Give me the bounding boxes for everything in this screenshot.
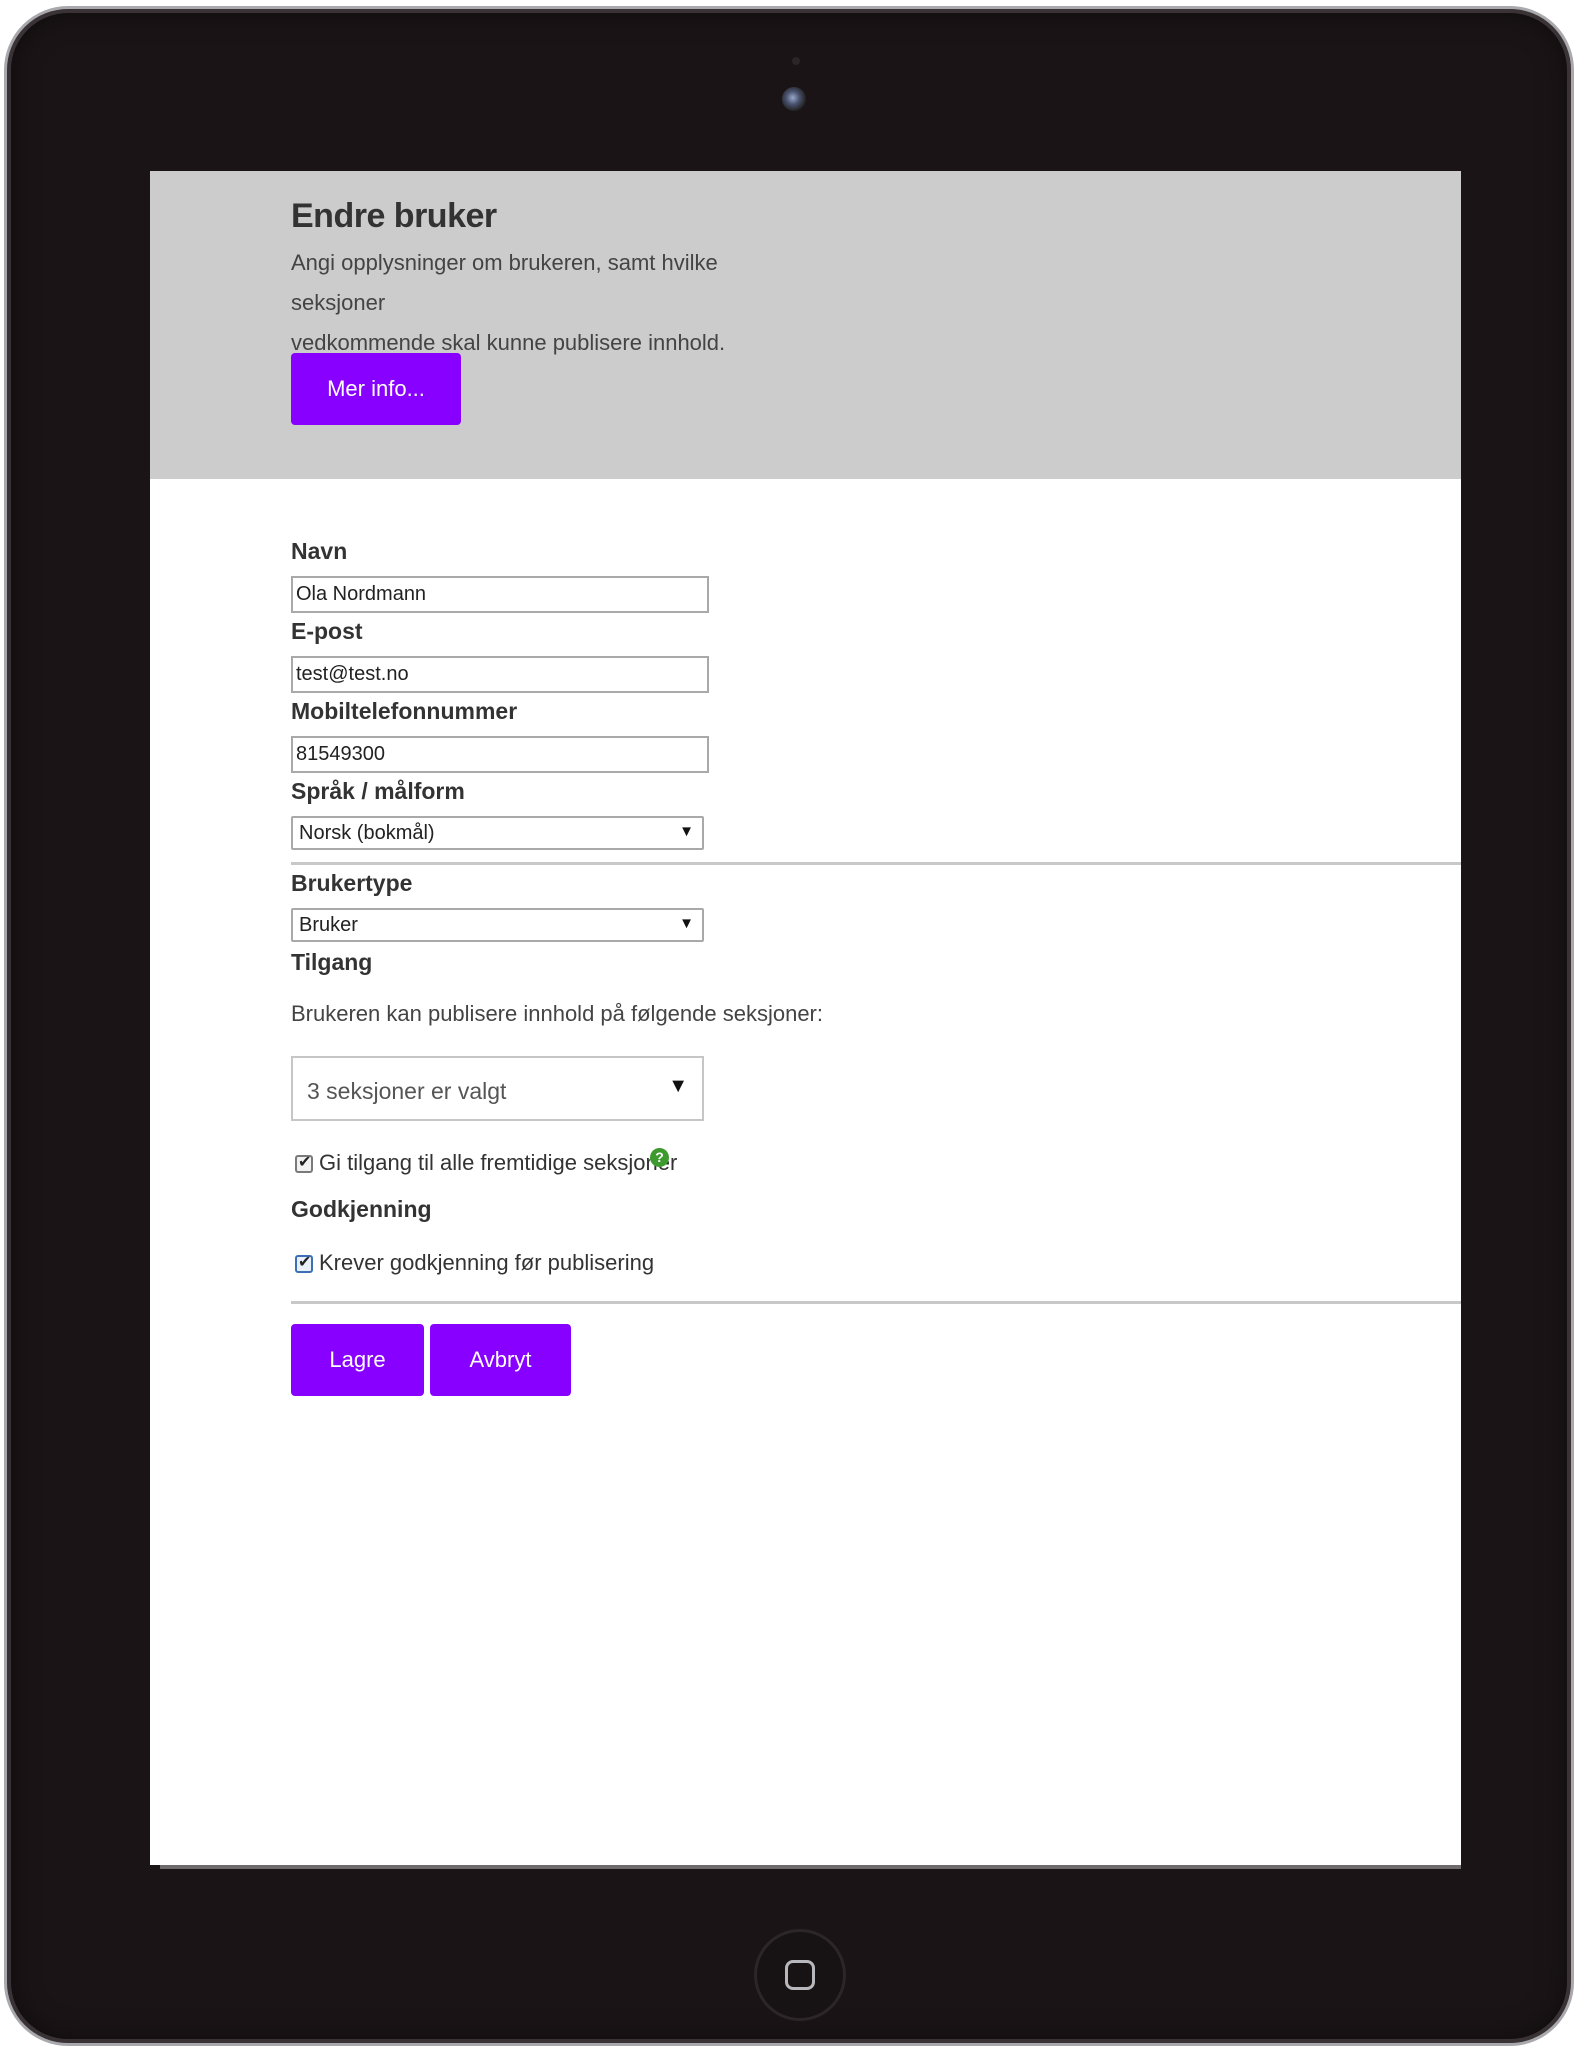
sensor-dot: [792, 57, 800, 65]
mobile-field[interactable]: [291, 736, 709, 773]
sections-multiselect[interactable]: 3 seksjoner er valgt ▼: [291, 1056, 704, 1121]
section-divider: [291, 1301, 1461, 1304]
approval-label: Godkjenning: [291, 1196, 432, 1222]
access-help-text: Brukeren kan publisere innhold på følgen…: [291, 1001, 823, 1026]
email-label: E-post: [291, 618, 363, 644]
cancel-button[interactable]: Avbryt: [430, 1324, 571, 1396]
user-type-label: Brukertype: [291, 870, 413, 896]
mobile-label: Mobiltelefonnummer: [291, 698, 518, 724]
future-sections-checkbox[interactable]: ✔: [295, 1154, 313, 1173]
page-header: Endre bruker Angi opplysninger om bruker…: [150, 171, 1461, 479]
chevron-down-icon: ▼: [679, 915, 694, 932]
camera-icon: [782, 87, 806, 111]
user-type-select-value: Bruker: [299, 914, 358, 936]
language-select[interactable]: Norsk (bokmål) ▼: [291, 816, 704, 850]
sections-multiselect-value: 3 seksjoner er valgt: [307, 1078, 507, 1104]
home-button[interactable]: [754, 1929, 846, 2021]
checkmark-icon: ✔: [298, 1254, 312, 1271]
access-label: Tilgang: [291, 949, 373, 975]
save-button[interactable]: Lagre: [291, 1324, 424, 1396]
home-button-icon: [785, 1960, 815, 1990]
intro-line-2: vedkommende skal kunne publisere innhold…: [291, 330, 726, 355]
page-intro: Angi opplysninger om brukeren, samt hvil…: [291, 243, 811, 363]
page-title: Endre bruker: [291, 197, 497, 235]
requires-approval-label[interactable]: Krever godkjenning før publisering: [319, 1250, 654, 1276]
section-divider: [291, 862, 1461, 865]
requires-approval-checkbox[interactable]: ✔: [295, 1254, 313, 1273]
future-sections-label[interactable]: Gi tilgang til alle fremtidige seksjoner: [319, 1150, 677, 1176]
help-icon[interactable]: ?: [650, 1148, 669, 1167]
email-field[interactable]: [291, 656, 709, 693]
name-label: Navn: [291, 538, 348, 564]
chevron-down-icon: ▼: [668, 1075, 688, 1097]
intro-line-1: Angi opplysninger om brukeren, samt hvil…: [291, 250, 718, 315]
name-field[interactable]: [291, 576, 709, 613]
more-info-button[interactable]: Mer info...: [291, 353, 461, 425]
screen: Endre bruker Angi opplysninger om bruker…: [150, 171, 1461, 1865]
checkmark-icon: ✔: [298, 1154, 312, 1171]
language-label: Språk / målform: [291, 778, 465, 804]
chevron-down-icon: ▼: [679, 823, 694, 840]
language-select-value: Norsk (bokmål): [299, 822, 435, 844]
screen-edge: [160, 1865, 1461, 1869]
user-type-select[interactable]: Bruker ▼: [291, 908, 704, 942]
